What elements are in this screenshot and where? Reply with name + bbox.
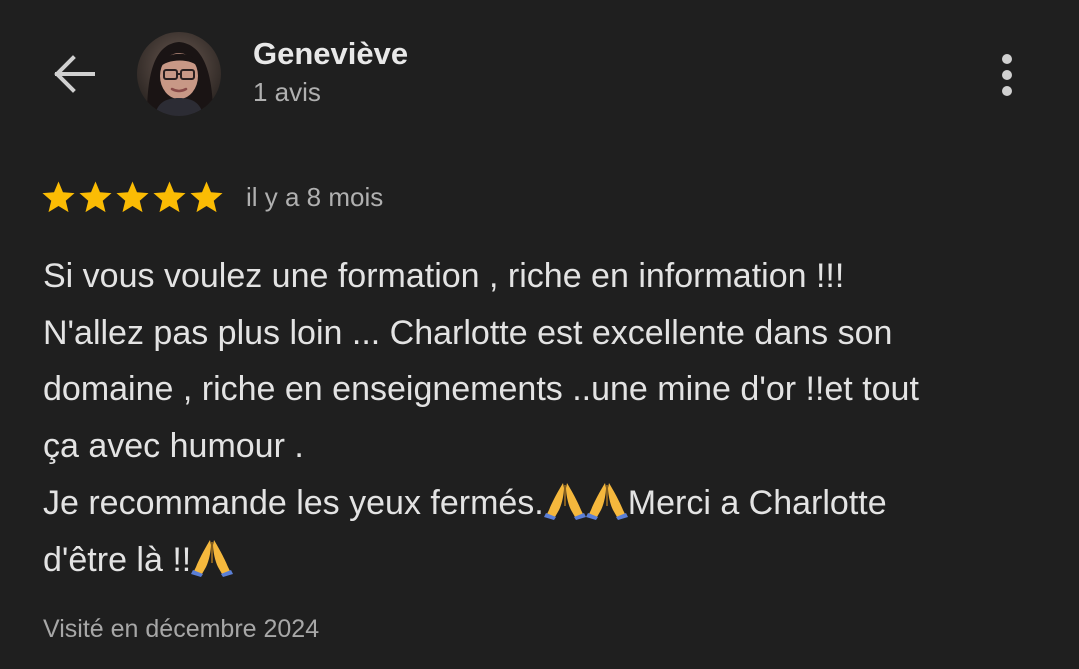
review-text-fragment: d'être là !!: [43, 540, 192, 579]
author-name[interactable]: Geneviève: [253, 36, 408, 72]
folded-hands-emoji: [585, 480, 628, 520]
review-text-line: N'allez pas plus loin ... Charlotte est …: [43, 313, 893, 352]
review-text-line: Si vous voulez une formation , riche en …: [43, 257, 845, 295]
more-vertical-icon: [1002, 54, 1012, 96]
review-text-fragment: Je recommande les yeux fermés.: [43, 483, 544, 522]
review-text-line: d'être là !!: [43, 532, 1053, 589]
review-text-line: ça avec humour .: [43, 427, 304, 466]
review-text-line: domaine , riche en enseignements ..une m…: [43, 370, 919, 409]
review-text: Si vous voulez une formation , riche en …: [43, 248, 1053, 588]
star-icon: [153, 180, 186, 212]
profile-photo: [137, 32, 221, 116]
star-icon: [79, 180, 112, 212]
avatar[interactable]: [137, 32, 221, 116]
star-rating: [40, 179, 225, 216]
review-date: il y a 8 mois: [246, 181, 384, 212]
review-page: Geneviève 1 avis il y a 8 mois Si vous v…: [0, 0, 1079, 669]
author-review-count: 1 avis: [253, 77, 321, 107]
folded-hands-emoji: [543, 480, 586, 520]
star-icon: [116, 180, 149, 212]
visit-date: Visité en décembre 2024: [43, 615, 320, 643]
back-button[interactable]: [42, 46, 106, 102]
folded-hands-emoji: [191, 537, 234, 577]
star-icon: [190, 180, 223, 212]
more-options-button[interactable]: [984, 46, 1030, 104]
review-text-fragment: Merci a Charlotte: [627, 483, 887, 522]
rating-row: il y a 8 mois: [40, 176, 383, 218]
star-icon: [42, 180, 75, 212]
arrow-left-icon: [54, 55, 95, 93]
review-text-line: Je recommande les yeux fermés. Merci a Ch…: [43, 475, 1053, 532]
